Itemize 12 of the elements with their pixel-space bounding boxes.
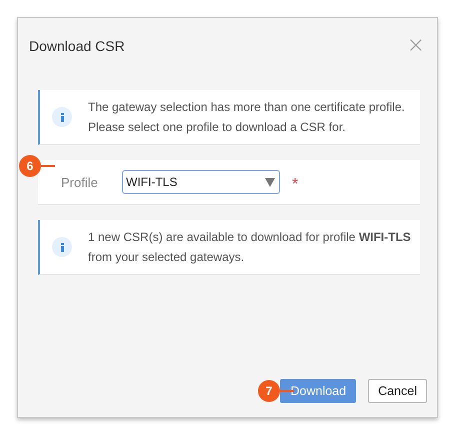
info-icon	[52, 107, 72, 127]
notice-text: The gateway selection has more than one certificate profile. Please select one profile to download a CSR for.	[88, 99, 406, 136]
dialog-title: Download CSR	[29, 38, 125, 54]
caret-icon	[265, 178, 275, 186]
leader-line	[280, 390, 294, 392]
notice-text: 1 new CSR(s) are available to download for profile WIFI-TLS from your selected gateways.	[88, 229, 412, 266]
info-icon	[52, 237, 72, 257]
leader-line	[41, 165, 55, 167]
profile-dropdown[interactable]: WIFI-TLS	[122, 170, 280, 194]
profile-label: Profile	[61, 174, 99, 190]
required-mark: *	[292, 176, 298, 194]
cancel-button[interactable]: Cancel	[368, 379, 427, 403]
